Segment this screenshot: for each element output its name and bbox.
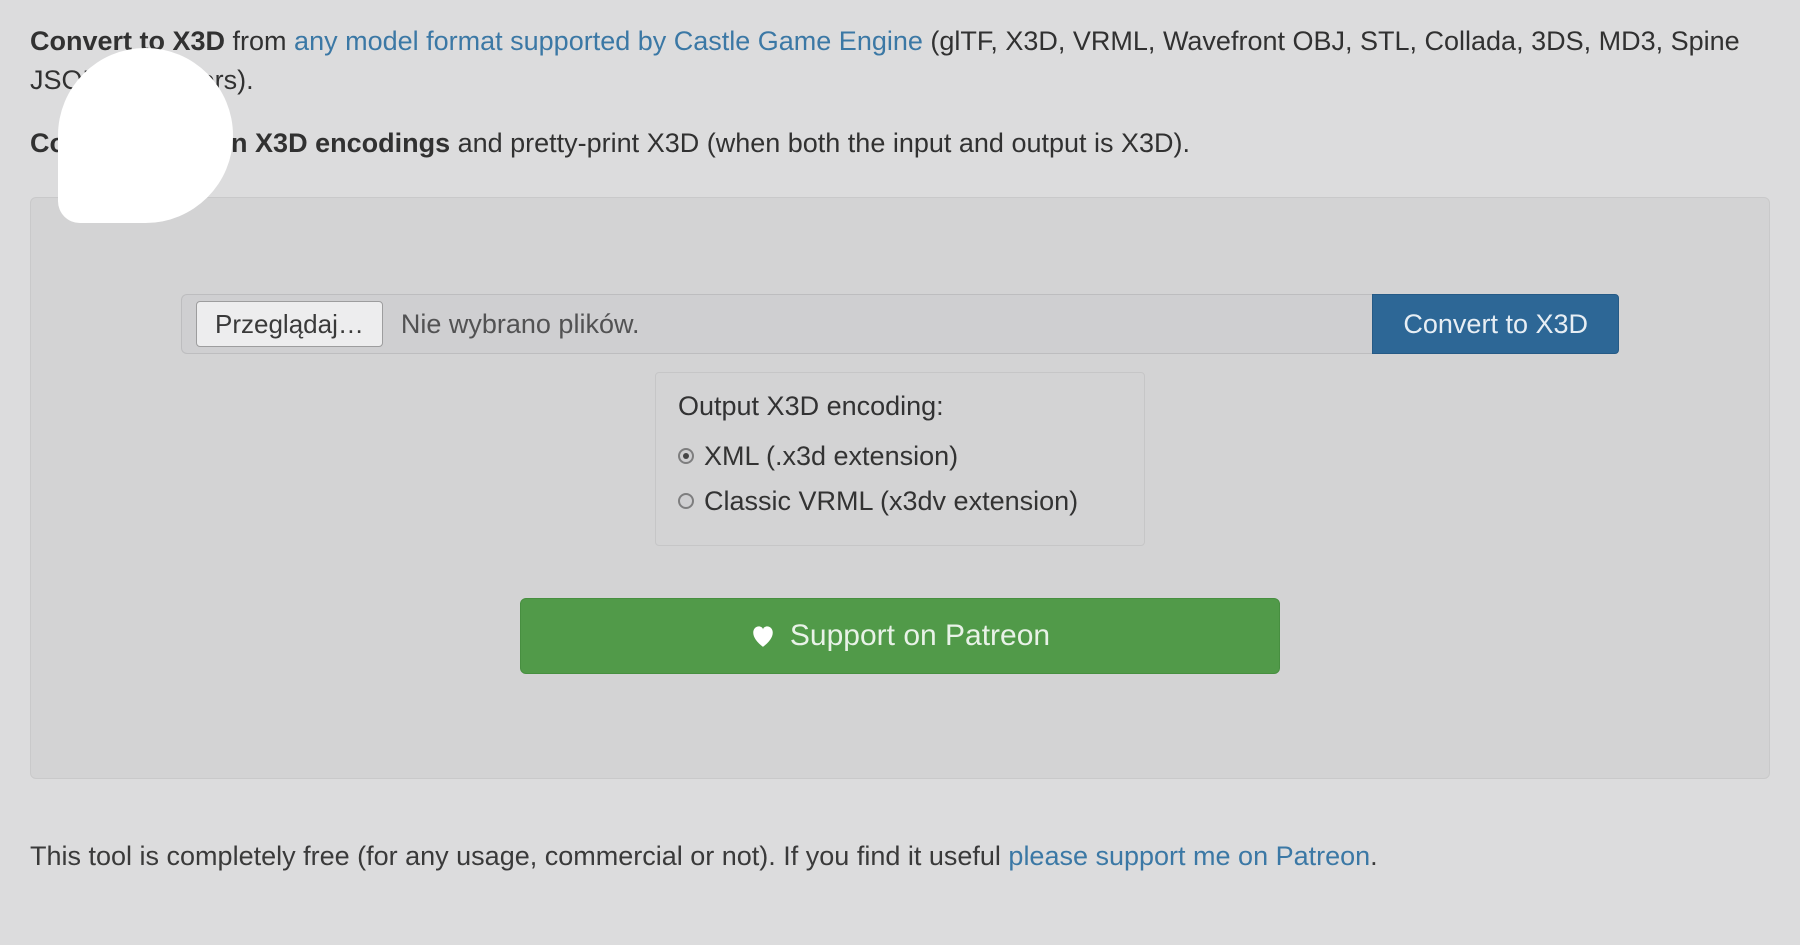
browse-button[interactable]: Przeglądaj… [196,301,383,347]
radio-label: Classic VRML (x3dv extension) [704,482,1078,521]
patreon-widget-blob[interactable] [58,48,233,223]
radio-option-xml[interactable]: XML (.x3d extension) [678,437,1122,476]
heart-icon [750,624,776,648]
intro-link-formats[interactable]: any model format supported by Castle Gam… [294,26,923,56]
convert-button[interactable]: Convert to X3D [1372,294,1619,354]
file-input-row: Przeglądaj… Nie wybrano plików. Convert … [181,294,1619,354]
file-input-field[interactable]: Przeglądaj… Nie wybrano plików. [181,294,1372,354]
encoding-options-box: Output X3D encoding: XML (.x3d extension… [655,372,1145,545]
footer-paragraph: This tool is completely free (for any us… [30,837,1770,876]
intro-paragraph-1: Convert to X3D from any model format sup… [30,22,1770,100]
support-patreon-button[interactable]: Support on Patreon [520,598,1280,674]
radio-label: XML (.x3d extension) [704,437,958,476]
encoding-heading: Output X3D encoding: [678,387,1122,426]
file-status-text: Nie wybrano plików. [401,305,640,344]
convert-panel: Przeglądaj… Nie wybrano plików. Convert … [30,197,1770,778]
radio-option-classic-vrml[interactable]: Classic VRML (x3dv extension) [678,482,1122,521]
patreon-label: Support on Patreon [790,614,1050,658]
radio-dot-icon [678,448,694,464]
radio-dot-icon [678,493,694,509]
footer-patreon-link[interactable]: please support me on Patreon [1008,841,1370,871]
intro-paragraph-2: Convert between X3D encodings and pretty… [30,124,1770,163]
